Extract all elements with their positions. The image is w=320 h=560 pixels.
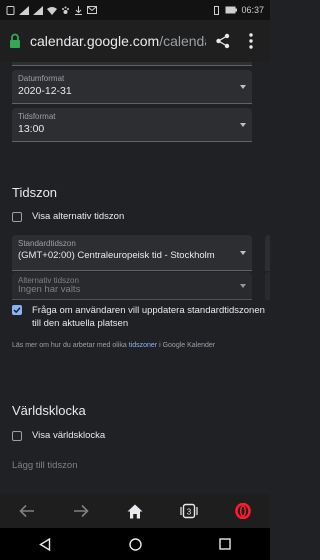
- tabs-button[interactable]: 3: [174, 496, 204, 526]
- alt-tz-value: Ingen har valts: [18, 284, 81, 295]
- url-path: /calendar/r: [159, 33, 206, 49]
- paw-icon: [62, 6, 69, 14]
- settings-content[interactable]: Datumformat 2020-12-31 Tidsformat 13:00 …: [0, 62, 270, 494]
- arrow-forward-icon: [74, 504, 89, 518]
- checkmark-icon: [13, 307, 21, 314]
- triangle-back-icon: [39, 537, 51, 551]
- previous-field[interactable]: [12, 62, 252, 66]
- show-world-clock-checkbox[interactable]: [12, 430, 22, 441]
- signal-icon: [19, 5, 29, 15]
- lock-icon: [10, 33, 20, 48]
- primary-tz-value: (GMT+02:00) Centraleuropeisk tid - Stock…: [18, 250, 215, 261]
- world-clock-section-title: Världsklocka: [12, 403, 86, 418]
- timezone-help-text: Läs mer om hur du arbetar med olika tids…: [12, 342, 215, 349]
- system-recents-button[interactable]: [210, 529, 240, 559]
- url-text[interactable]: calendar.google.com/calendar/r: [30, 33, 206, 49]
- home-button[interactable]: [120, 496, 150, 526]
- show-alt-tz-label: Visa alternativ tidszon: [32, 211, 125, 222]
- opera-menu-button[interactable]: [228, 496, 258, 526]
- dropdown-arrow-icon: [240, 122, 246, 127]
- ask-update-tz-row[interactable]: Fråga om användaren vill uppdatera stand…: [12, 304, 270, 330]
- status-icons-left: [6, 5, 97, 15]
- opera-logo-icon: [235, 503, 251, 519]
- wifi-icon: [47, 6, 57, 15]
- sim-icon: [6, 5, 15, 15]
- browser-toolbar: 3: [0, 494, 270, 528]
- adjacent-field-edge: [265, 272, 270, 300]
- timezone-section-title: Tidszon: [12, 185, 58, 200]
- ask-update-tz-checkbox[interactable]: [12, 305, 22, 315]
- show-alt-tz-checkbox[interactable]: [12, 211, 22, 222]
- time-format-value: 13:00: [18, 123, 45, 135]
- time-format-label: Tidsformat: [18, 112, 56, 121]
- alt-timezone-select[interactable]: Alternativ tidszon Ingen har valts: [12, 272, 252, 300]
- home-icon: [127, 504, 143, 518]
- browser-menu-button[interactable]: [240, 30, 262, 52]
- circle-home-icon: [128, 537, 142, 551]
- tab-count: 3: [187, 508, 192, 517]
- url-host: calendar.google.com: [30, 33, 160, 49]
- dropdown-arrow-icon: [240, 283, 246, 288]
- timezones-link[interactable]: tidszoner: [129, 342, 157, 349]
- share-icon: [216, 33, 230, 49]
- mail-icon: [87, 6, 97, 14]
- system-home-button[interactable]: [120, 529, 150, 559]
- tabs-icon: 3: [180, 503, 198, 519]
- square-recents-icon: [219, 538, 231, 550]
- info-prefix: Läs mer om hur du arbetar med olika: [12, 342, 129, 349]
- show-world-clock-label: Visa världsklocka: [32, 430, 106, 441]
- primary-tz-label: Standardtidszon: [18, 239, 76, 248]
- browser-address-bar[interactable]: calendar.google.com/calendar/r: [0, 20, 270, 62]
- time-format-select[interactable]: Tidsformat 13:00: [12, 108, 252, 142]
- adjacent-field-edge: [265, 235, 270, 271]
- share-button[interactable]: [212, 30, 234, 52]
- status-icons-right: 06:37: [212, 5, 264, 15]
- download-icon: [75, 5, 82, 15]
- back-button[interactable]: [12, 496, 42, 526]
- more-vert-icon: [249, 33, 253, 49]
- signal-icon-2: [33, 5, 43, 15]
- system-back-button[interactable]: [30, 529, 60, 559]
- forward-button[interactable]: [66, 496, 96, 526]
- primary-timezone-select[interactable]: Standardtidszon (GMT+02:00) Centraleurop…: [12, 235, 252, 271]
- date-format-value: 2020-12-31: [18, 85, 72, 97]
- info-suffix: i Google Kalender: [157, 342, 216, 349]
- vibrate-icon: [214, 5, 220, 15]
- date-format-select[interactable]: Datumformat 2020-12-31: [12, 70, 252, 104]
- dropdown-arrow-icon: [240, 84, 246, 89]
- battery-icon: [225, 6, 238, 14]
- show-world-clock-row[interactable]: Visa världsklocka: [12, 430, 105, 441]
- show-alt-tz-row[interactable]: Visa alternativ tidszon: [12, 211, 124, 222]
- status-bar: 06:37: [0, 0, 270, 20]
- date-format-label: Datumformat: [18, 74, 65, 83]
- status-time: 06:37: [241, 5, 264, 15]
- ask-update-tz-label: Fråga om användaren vill uppdatera stand…: [32, 305, 265, 329]
- system-nav-bar: [0, 528, 270, 560]
- dropdown-arrow-icon: [240, 250, 246, 255]
- arrow-back-icon: [19, 504, 34, 518]
- add-timezone-button[interactable]: Lägg till tidszon: [12, 460, 77, 471]
